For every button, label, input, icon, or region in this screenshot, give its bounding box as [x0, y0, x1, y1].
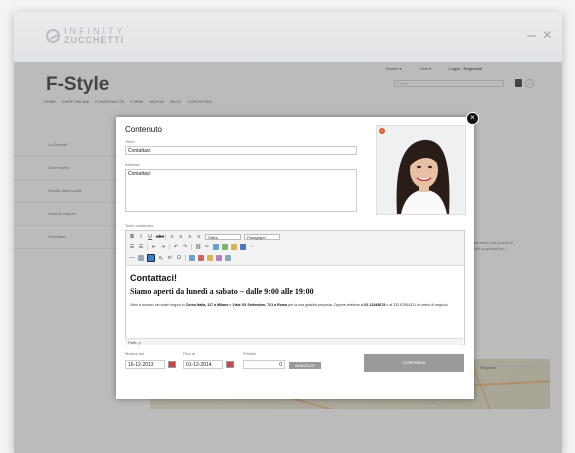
content-editor-modal: × Contenuto Titolo Contattaci Abstract C… — [116, 112, 479, 399]
minimize-button[interactable]: – — [527, 28, 536, 44]
paragraph-select[interactable]: Paragraph — [244, 234, 280, 240]
abstract-textarea[interactable]: Contattaci — [125, 169, 357, 212]
modal-close-icon[interactable]: × — [466, 112, 479, 125]
titolo-label: Titolo — [125, 139, 135, 144]
indent-icon[interactable]: ⇥ — [160, 244, 166, 250]
redo-icon[interactable]: ↷ — [182, 244, 188, 250]
title-bar: INFINITY ZUCCHETTI – × — [14, 12, 562, 62]
calendar-icon[interactable] — [168, 361, 176, 368]
close-window-button[interactable]: × — [543, 28, 552, 44]
content-photo[interactable]: × — [376, 125, 466, 215]
paste-word-icon[interactable] — [216, 255, 222, 261]
calendar-icon[interactable] — [226, 361, 234, 368]
superscript-icon[interactable]: x² — [167, 255, 173, 261]
outdent-icon[interactable]: ⇤ — [151, 244, 157, 250]
table-icon[interactable] — [198, 255, 204, 261]
titolo-input[interactable]: Contattaci — [125, 146, 357, 155]
modal-title: Contenuto — [125, 125, 162, 134]
help-icon[interactable] — [240, 244, 246, 250]
logo-text-line2: ZUCCHETTI — [64, 35, 124, 45]
content-heading: Contattaci! — [130, 273, 177, 283]
abstract-label: Abstract — [125, 162, 140, 167]
visual-aid-icon[interactable] — [147, 254, 155, 262]
style-select[interactable]: Stiles — [205, 234, 241, 240]
strikethrough-button[interactable]: abc — [156, 234, 164, 240]
priorita-input[interactable]: 0 — [243, 360, 285, 369]
unlink-icon[interactable]: ✂ — [204, 244, 210, 250]
search-replace-icon[interactable] — [189, 255, 195, 261]
underline-button[interactable]: U — [147, 234, 153, 240]
mostra-dal-label: Mostra dal — [125, 351, 144, 356]
subscript-icon[interactable]: x₂ — [158, 255, 164, 261]
anchor-icon[interactable] — [213, 244, 219, 250]
logo-mark-icon — [46, 29, 60, 43]
numbered-list-icon[interactable]: ☰ — [138, 244, 144, 250]
rich-text-editor: B I U abc ≡ ≡ ≡ ≡ Stiles Paragraph ☰ ☰ ⇤… — [125, 230, 465, 345]
content-subheading: Siamo aperti da lunedì a sabato – dalle … — [130, 287, 314, 296]
link-icon[interactable]: ⛓ — [195, 244, 201, 250]
content-paragraph: Vieni a trovarci nei nostri negozi in Co… — [130, 303, 449, 307]
remove-format-icon[interactable] — [138, 255, 144, 261]
infinity-zucchetti-logo: INFINITY ZUCCHETTI — [46, 27, 126, 45]
mostra-dal-input[interactable]: 16-12-2013 — [125, 360, 165, 369]
priorita-label: Priorità — [243, 351, 256, 356]
fullscreen-icon[interactable] — [225, 255, 231, 261]
fino-al-label: Fino al — [183, 351, 196, 356]
horizontal-rule-icon[interactable]: — — [129, 255, 135, 261]
conferma-button[interactable]: CONFERMA — [364, 354, 464, 372]
editor-content[interactable]: Contattaci! Siamo aperti da lunedì a sab… — [126, 266, 464, 313]
testo-contenuto-label: Testo contenuto — [125, 223, 154, 228]
undo-icon[interactable]: ↶ — [173, 244, 179, 250]
image-icon[interactable] — [222, 244, 228, 250]
woman-portrait-image — [377, 126, 465, 214]
bullet-list-icon[interactable]: ☰ — [129, 244, 135, 250]
editor-path-bar: Path: p — [125, 338, 463, 345]
italic-button[interactable]: I — [138, 234, 144, 240]
cleanup-icon[interactable] — [231, 244, 237, 250]
editor-toolbar: B I U abc ≡ ≡ ≡ ≡ Stiles Paragraph ☰ ☰ ⇤… — [126, 231, 464, 266]
remove-photo-icon[interactable]: × — [379, 128, 385, 134]
align-center-icon[interactable]: ≡ — [178, 234, 184, 240]
paste-text-icon[interactable] — [207, 255, 213, 261]
align-right-icon[interactable]: ≡ — [187, 234, 193, 240]
bold-button[interactable]: B — [129, 234, 135, 240]
html-source-icon[interactable]: ⋯ — [249, 244, 255, 250]
charmap-icon[interactable]: Ω — [176, 255, 182, 261]
fino-al-input[interactable]: 01-12-2014 — [183, 360, 223, 369]
align-justify-icon[interactable]: ≡ — [196, 234, 202, 240]
align-left-icon[interactable]: ≡ — [169, 234, 175, 240]
avanzate-button[interactable]: AVANZATE — [289, 362, 321, 369]
